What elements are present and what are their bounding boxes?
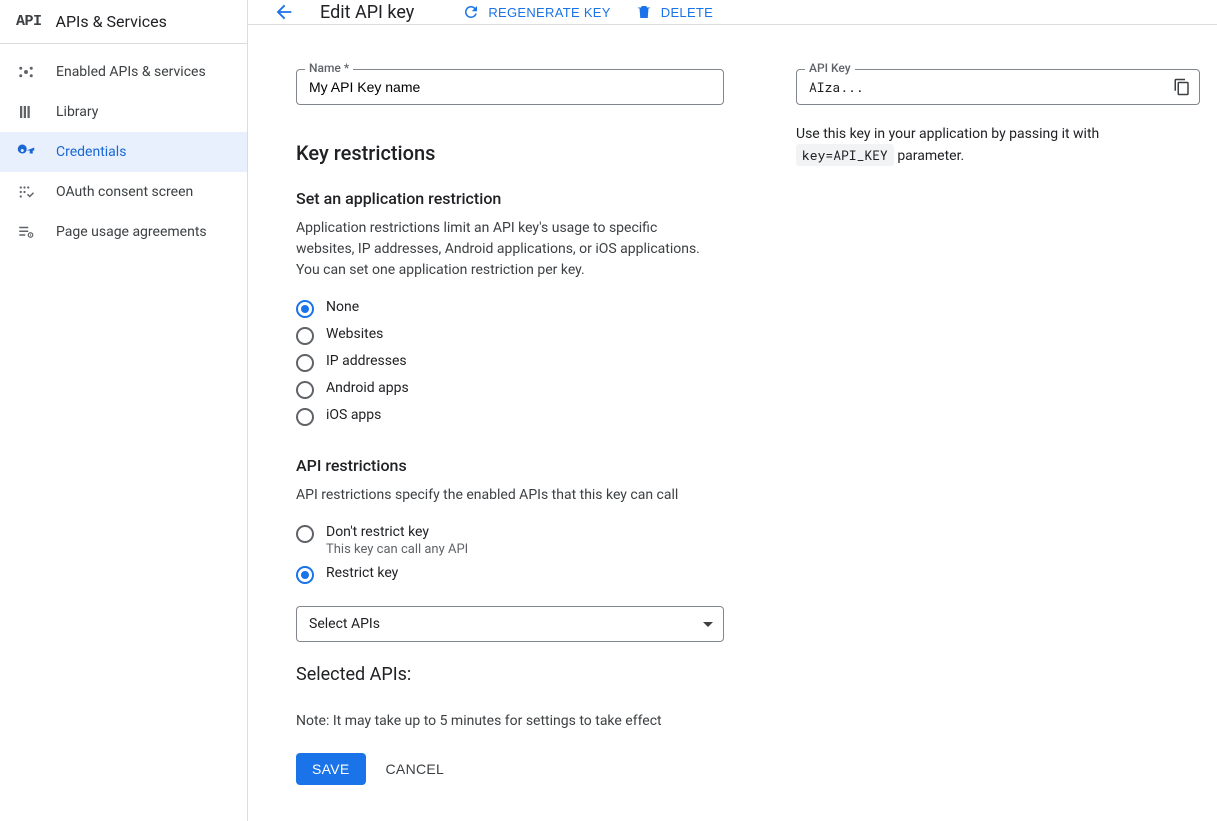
- sidebar-item-label: Library: [56, 104, 98, 120]
- sidebar: API APIs & Services Enabled APIs & servi…: [0, 0, 248, 821]
- regenerate-label: Regenerate key: [488, 5, 610, 20]
- radio-websites[interactable]: Websites: [296, 326, 724, 345]
- radio-label: None: [326, 299, 359, 315]
- api-key-label: API Key: [805, 61, 855, 75]
- radio-none[interactable]: None: [296, 299, 724, 318]
- page-title: Edit API key: [320, 2, 414, 23]
- main-content: Edit API key Regenerate key Delete Name …: [248, 0, 1217, 821]
- dropdown-arrow-icon: [703, 622, 713, 627]
- library-icon: [16, 102, 36, 122]
- sidebar-item-oauth[interactable]: OAuth consent screen: [0, 172, 247, 212]
- radio-icon: [296, 408, 314, 426]
- help-post: parameter.: [897, 148, 964, 164]
- name-field[interactable]: Name *: [296, 69, 724, 105]
- help-code-chip: key=API_KEY: [796, 144, 894, 166]
- radio-dont-restrict[interactable]: Don't restrict key This key can call any…: [296, 524, 724, 557]
- radio-icon: [296, 381, 314, 399]
- name-field-label: Name *: [305, 61, 353, 75]
- app-restriction-desc: Application restrictions limit an API ke…: [296, 218, 706, 281]
- radio-label: Android apps: [326, 380, 409, 396]
- regenerate-key-button[interactable]: Regenerate key: [462, 3, 610, 21]
- api-restriction-radio-group: Don't restrict key This key can call any…: [296, 524, 724, 584]
- sidebar-item-library[interactable]: Library: [0, 92, 247, 132]
- radio-label: Restrict key: [326, 565, 398, 581]
- delete-label: Delete: [661, 5, 713, 20]
- settings-note: Note: It may take up to 5 minutes for se…: [296, 713, 724, 729]
- help-pre: Use this key in your application by pass…: [796, 126, 1099, 142]
- refresh-icon: [462, 3, 480, 21]
- left-column: Name * Key restrictions Set an applicati…: [296, 69, 724, 785]
- consent-icon: [16, 182, 36, 202]
- product-logo: API: [16, 13, 42, 30]
- radio-label: Websites: [326, 326, 383, 342]
- arrow-back-icon: [273, 1, 295, 23]
- selected-apis-heading: Selected APIs:: [296, 664, 724, 685]
- radio-icon: [296, 525, 314, 543]
- delete-button[interactable]: Delete: [635, 3, 713, 21]
- select-placeholder: Select APIs: [309, 616, 380, 632]
- cancel-button[interactable]: Cancel: [386, 761, 445, 777]
- trash-icon: [635, 3, 653, 21]
- sidebar-item-credentials[interactable]: Credentials: [0, 132, 247, 172]
- api-restriction-heading: API restrictions: [296, 456, 724, 475]
- sidebar-item-page-usage[interactable]: Page usage agreements: [0, 212, 247, 252]
- right-column: API Key AIza... Use this key in your app…: [796, 69, 1200, 785]
- radio-ios[interactable]: iOS apps: [296, 407, 724, 426]
- list-settings-icon: [16, 222, 36, 242]
- api-key-help: Use this key in your application by pass…: [796, 123, 1200, 168]
- sidebar-item-label: Credentials: [56, 144, 126, 160]
- name-input[interactable]: [297, 79, 723, 95]
- radio-icon: [296, 566, 314, 584]
- app-restriction-radio-group: None Websites IP addresses Android apps: [296, 299, 724, 426]
- radio-restrict-key[interactable]: Restrict key: [296, 565, 724, 584]
- save-button[interactable]: Save: [296, 753, 366, 785]
- key-icon: [16, 142, 36, 162]
- hub-icon: [16, 62, 36, 82]
- radio-label: Don't restrict key: [326, 524, 468, 540]
- api-key-field: API Key AIza...: [796, 69, 1200, 105]
- select-apis-dropdown[interactable]: Select APIs: [296, 606, 724, 642]
- back-button[interactable]: [272, 0, 296, 24]
- sidebar-header: API APIs & Services: [0, 0, 247, 44]
- radio-label: IP addresses: [326, 353, 407, 369]
- product-title: APIs & Services: [56, 12, 167, 31]
- api-key-value: AIza...: [797, 78, 1165, 96]
- radio-icon: [296, 327, 314, 345]
- topbar: Edit API key Regenerate key Delete: [248, 0, 1217, 25]
- radio-android[interactable]: Android apps: [296, 380, 724, 399]
- key-restrictions-heading: Key restrictions: [296, 141, 724, 165]
- sidebar-nav: Enabled APIs & services Library Credenti…: [0, 44, 247, 252]
- radio-icon: [296, 300, 314, 318]
- copy-key-button[interactable]: [1165, 70, 1199, 104]
- sidebar-item-label: OAuth consent screen: [56, 184, 193, 200]
- radio-icon: [296, 354, 314, 372]
- copy-icon: [1173, 78, 1191, 96]
- sidebar-item-label: Enabled APIs & services: [56, 64, 206, 80]
- radio-ip[interactable]: IP addresses: [296, 353, 724, 372]
- api-restriction-desc: API restrictions specify the enabled API…: [296, 485, 706, 506]
- app-restriction-heading: Set an application restriction: [296, 189, 724, 208]
- sidebar-item-enabled-apis[interactable]: Enabled APIs & services: [0, 52, 247, 92]
- radio-sublabel: This key can call any API: [326, 542, 468, 557]
- sidebar-item-label: Page usage agreements: [56, 224, 207, 240]
- radio-label: iOS apps: [326, 407, 381, 423]
